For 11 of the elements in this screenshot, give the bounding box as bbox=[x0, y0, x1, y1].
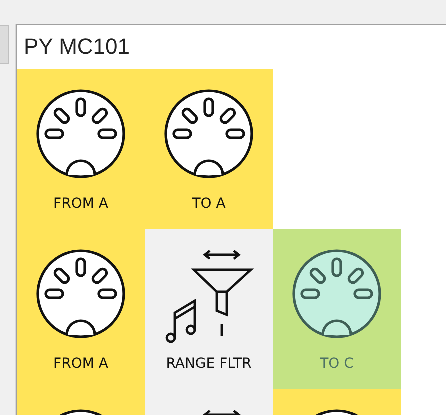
port-tile[interactable]: TO C bbox=[273, 229, 401, 389]
port-tile[interactable]: TO A bbox=[145, 69, 273, 229]
port-tile[interactable]: FROM A bbox=[17, 229, 145, 389]
tile-label: FROM A bbox=[54, 355, 108, 374]
panel-title: PY MC101 bbox=[23, 33, 131, 61]
port-tile[interactable]: FROM A bbox=[17, 69, 145, 229]
tile-label: RANGE FLTR bbox=[166, 355, 252, 374]
tile-label: TO C bbox=[320, 355, 354, 374]
tile-label: TO A bbox=[192, 195, 226, 214]
tile-label: FROM A bbox=[54, 195, 108, 214]
filter-tile[interactable]: RANGE FLTR bbox=[145, 229, 273, 389]
